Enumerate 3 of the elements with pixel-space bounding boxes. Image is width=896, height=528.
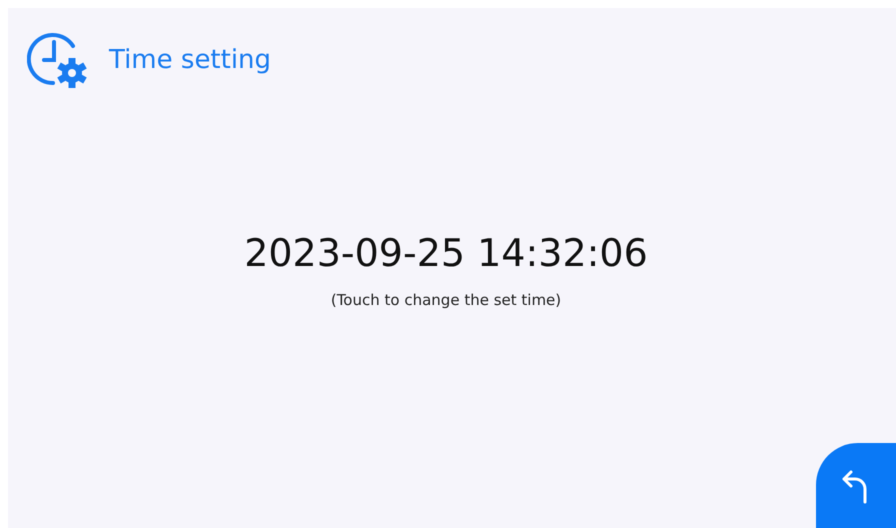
- page-title: Time setting: [109, 45, 272, 75]
- datetime-display[interactable]: 2023-09-25 14:32:06: [244, 230, 648, 274]
- hint-text: (Touch to change the set time): [330, 290, 562, 308]
